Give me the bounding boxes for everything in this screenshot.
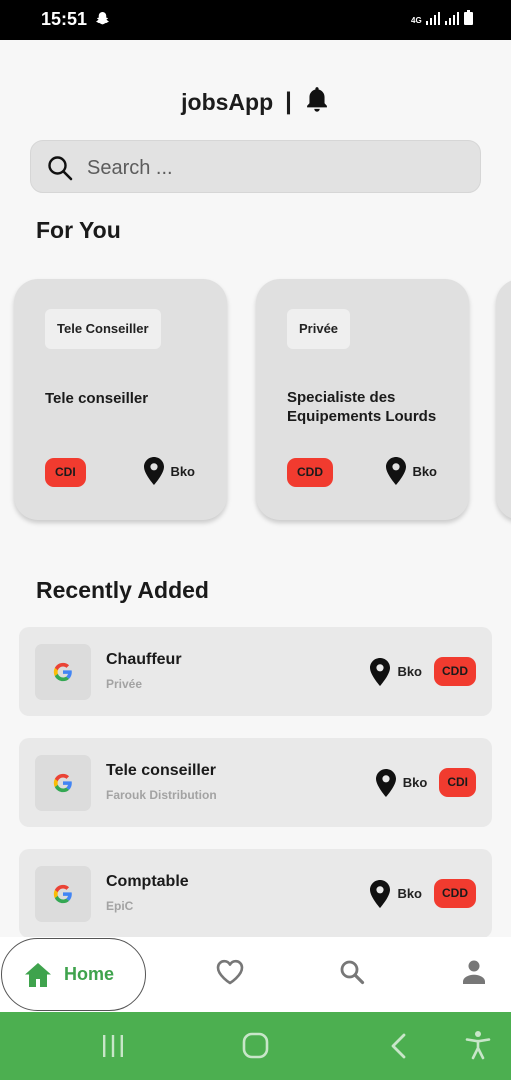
job-title: Tele conseiller <box>106 762 216 779</box>
job-title: Chauffeur <box>106 651 182 668</box>
job-location: Bko <box>370 879 422 908</box>
battery-icon <box>464 10 473 25</box>
home-system-icon[interactable] <box>242 1032 269 1064</box>
location-text: Bko <box>402 775 428 790</box>
location-pin-icon <box>375 768 396 797</box>
signal-icon-2 <box>445 12 459 25</box>
location-text: Bko <box>397 886 422 901</box>
job-list-item[interactable]: Comptable EpiC Bko CDD <box>19 849 492 938</box>
job-location: Bko <box>375 768 428 797</box>
snapchat-notification-icon <box>95 11 110 31</box>
job-title: Comptable <box>106 873 189 890</box>
app-header: jobsApp | <box>0 82 511 122</box>
accessibility-icon[interactable] <box>465 1030 491 1065</box>
back-icon[interactable] <box>389 1033 407 1064</box>
job-location: Bko <box>370 657 422 686</box>
company-logo <box>35 644 91 700</box>
job-location: Bko <box>144 457 195 485</box>
company-name: EpiC <box>106 899 134 913</box>
contract-badge: CDD <box>434 657 476 686</box>
search-bar[interactable] <box>30 140 481 193</box>
signal-icon <box>426 12 440 25</box>
location-pin-icon <box>144 457 165 485</box>
status-time: 15:51 <box>41 9 88 29</box>
search-icon <box>47 155 73 186</box>
google-logo-icon <box>53 662 72 682</box>
contract-badge: CDD <box>434 879 476 908</box>
system-status-icons: 4G <box>411 10 473 25</box>
location-pin-icon <box>386 457 407 485</box>
app-title: jobsApp <box>181 88 274 115</box>
google-logo-icon <box>53 884 72 904</box>
job-category-chip: Tele Conseiller <box>45 309 161 349</box>
company-logo <box>35 755 91 811</box>
for-you-heading: For You <box>36 217 121 243</box>
location-text: Bko <box>397 664 422 679</box>
featured-job-card[interactable]: Tele Conseiller Tele conseiller CDI Bko <box>14 279 227 520</box>
recently-added-heading: Recently Added <box>36 577 209 603</box>
featured-job-card-partial[interactable] <box>496 279 511 520</box>
job-category-chip: Privée <box>287 309 351 349</box>
heart-icon[interactable] <box>216 959 244 990</box>
nav-home[interactable]: Home <box>1 938 146 1011</box>
person-icon[interactable] <box>462 959 486 990</box>
contract-badge: CDD <box>287 458 333 487</box>
status-bar: 15:51 4G <box>0 0 511 40</box>
home-icon <box>25 962 51 987</box>
company-name: Farouk Distribution <box>106 788 217 802</box>
system-navigation-bar <box>0 1012 511 1080</box>
nav-home-label: Home <box>64 964 115 984</box>
google-logo-icon <box>53 773 72 793</box>
recent-apps-icon[interactable] <box>100 1034 126 1063</box>
location-text: Bko <box>412 463 437 479</box>
search-input[interactable] <box>87 154 467 182</box>
location-pin-icon <box>370 657 391 686</box>
network-type: 4G <box>411 16 422 25</box>
company-name: Privée <box>106 677 143 691</box>
featured-job-card[interactable]: Privée Specialiste des Equipements Lourd… <box>256 279 469 520</box>
contract-badge: CDI <box>45 458 86 487</box>
contract-badge: CDI <box>439 768 476 797</box>
job-location: Bko <box>386 457 437 485</box>
company-logo <box>35 866 91 922</box>
bell-icon[interactable] <box>304 86 330 119</box>
job-list-item[interactable]: Chauffeur Privée Bko CDD <box>19 627 492 716</box>
search-nav-icon[interactable] <box>339 959 365 990</box>
location-text: Bko <box>170 463 195 479</box>
title-separator: | <box>285 88 292 115</box>
job-list-item[interactable]: Tele conseiller Farouk Distribution Bko … <box>19 738 492 827</box>
location-pin-icon <box>370 879 391 908</box>
job-title: Tele conseiller <box>45 390 149 407</box>
bottom-navigation: Home <box>0 937 511 1012</box>
job-title: Specialiste des Equipements Lourds <box>287 389 437 425</box>
